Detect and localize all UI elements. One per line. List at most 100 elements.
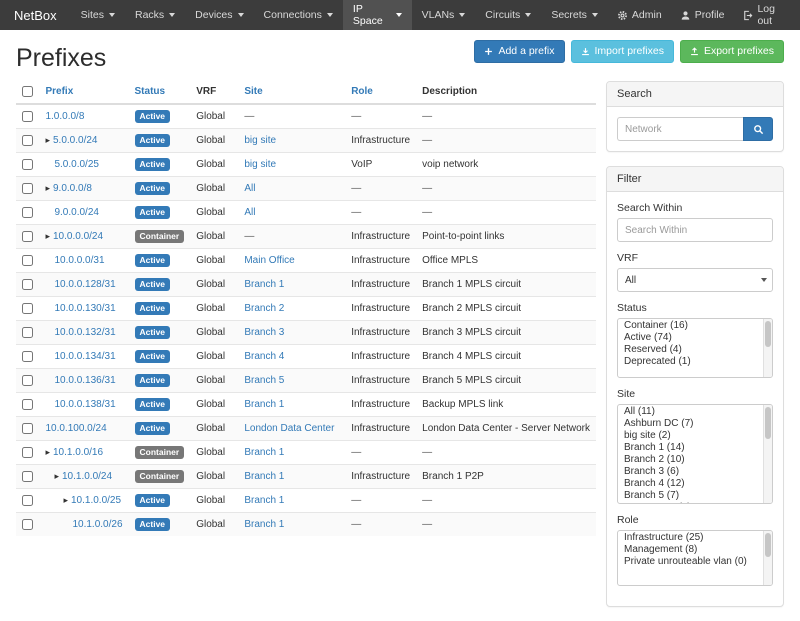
status-option[interactable]: Active (74): [618, 332, 772, 344]
site-option[interactable]: Ashburn DC (7): [618, 418, 772, 430]
select-all-checkbox[interactable]: [22, 86, 33, 97]
nav-item-logout[interactable]: Log out: [733, 0, 800, 30]
row-checkbox[interactable]: [22, 279, 33, 290]
row-checkbox[interactable]: [22, 447, 33, 458]
prefix-link[interactable]: 10.0.0.130/31: [54, 303, 115, 314]
nav-item-sites[interactable]: Sites: [71, 0, 125, 30]
prefix-link[interactable]: 5.0.0.0/24: [53, 135, 97, 146]
role-listbox[interactable]: Infrastructure (25)Management (8)Private…: [617, 530, 773, 586]
site-option[interactable]: Branch 2 (10): [618, 454, 772, 466]
site-link[interactable]: Main Office: [244, 255, 294, 266]
scrollbar-thumb[interactable]: [765, 407, 771, 439]
sort-link-prefix[interactable]: Prefix: [45, 86, 73, 97]
row-checkbox[interactable]: [22, 519, 33, 530]
site-link[interactable]: Branch 1: [244, 519, 284, 530]
prefix-link[interactable]: 10.1.0.0/16: [53, 447, 103, 458]
export-prefixes-button[interactable]: Export prefixes: [680, 40, 784, 63]
prefix-link[interactable]: 10.1.0.0/24: [62, 471, 112, 482]
site-link[interactable]: Branch 1: [244, 447, 284, 458]
scrollbar-thumb[interactable]: [765, 321, 771, 347]
prefix-link[interactable]: 10.0.100.0/24: [45, 423, 106, 434]
sort-link-site[interactable]: Site: [244, 86, 262, 97]
site-option[interactable]: Branch 3 (6): [618, 466, 772, 478]
site-link[interactable]: Branch 1: [244, 495, 284, 506]
site-link[interactable]: big site: [244, 135, 276, 146]
prefix-link[interactable]: 10.0.0.136/31: [54, 375, 115, 386]
prefix-link[interactable]: 10.0.0.0/24: [53, 231, 103, 242]
scrollbar[interactable]: [763, 319, 772, 377]
site-option[interactable]: COLO-1-21 (8): [618, 502, 772, 504]
prefix-link[interactable]: 10.0.0.134/31: [54, 351, 115, 362]
site-link[interactable]: Branch 3: [244, 327, 284, 338]
sort-link-role[interactable]: Role: [351, 86, 373, 97]
nav-item-devices[interactable]: Devices: [185, 0, 253, 30]
row-checkbox[interactable]: [22, 303, 33, 314]
scrollbar-thumb[interactable]: [765, 533, 771, 557]
row-checkbox[interactable]: [22, 183, 33, 194]
prefix-link[interactable]: 10.0.0.132/31: [54, 327, 115, 338]
nav-item-racks[interactable]: Racks: [125, 0, 185, 30]
prefix-link[interactable]: 9.0.0.0/8: [53, 183, 92, 194]
prefix-link[interactable]: 10.0.0.128/31: [54, 279, 115, 290]
nav-item-ip-space[interactable]: IP Space: [343, 0, 412, 30]
prefix-link[interactable]: 5.0.0.0/25: [54, 159, 98, 170]
status-listbox[interactable]: Container (16)Active (74)Reserved (4)Dep…: [617, 318, 773, 378]
site-link[interactable]: Branch 5: [244, 375, 284, 386]
vrf-select[interactable]: All: [617, 268, 773, 292]
row-checkbox[interactable]: [22, 135, 33, 146]
prefix-link[interactable]: 10.1.0.0/25: [71, 495, 121, 506]
row-checkbox[interactable]: [22, 207, 33, 218]
row-checkbox[interactable]: [22, 351, 33, 362]
row-checkbox[interactable]: [22, 495, 33, 506]
site-link[interactable]: Branch 1: [244, 399, 284, 410]
nav-item-secrets[interactable]: Secrets: [541, 0, 608, 30]
site-link[interactable]: All: [244, 207, 255, 218]
site-listbox[interactable]: All (11)Ashburn DC (7)big site (2)Branch…: [617, 404, 773, 504]
search-input[interactable]: [617, 117, 743, 141]
prefix-link[interactable]: 10.1.0.0/26: [72, 519, 122, 530]
status-option[interactable]: Deprecated (1): [618, 356, 772, 368]
row-checkbox[interactable]: [22, 327, 33, 338]
scrollbar[interactable]: [763, 531, 772, 585]
site-link[interactable]: Branch 4: [244, 351, 284, 362]
site-link[interactable]: London Data Center: [244, 423, 334, 434]
nav-item-circuits[interactable]: Circuits: [475, 0, 541, 30]
row-checkbox[interactable]: [22, 111, 33, 122]
site-option[interactable]: Branch 1 (14): [618, 442, 772, 454]
site-link[interactable]: Branch 1: [244, 279, 284, 290]
row-checkbox[interactable]: [22, 471, 33, 482]
status-option[interactable]: Container (16): [618, 320, 772, 332]
search-within-input[interactable]: [617, 218, 773, 242]
import-prefixes-button[interactable]: Import prefixes: [571, 40, 674, 63]
row-checkbox[interactable]: [22, 375, 33, 386]
row-checkbox[interactable]: [22, 423, 33, 434]
prefix-link[interactable]: 9.0.0.0/24: [54, 207, 98, 218]
role-option[interactable]: Infrastructure (25): [618, 532, 772, 544]
nav-item-profile[interactable]: Profile: [671, 0, 734, 30]
nav-item-admin[interactable]: Admin: [608, 0, 671, 30]
nav-item-connections[interactable]: Connections: [254, 0, 343, 30]
search-button[interactable]: [743, 117, 773, 141]
prefix-link[interactable]: 10.0.0.0/31: [54, 255, 104, 266]
site-option[interactable]: Branch 4 (12): [618, 478, 772, 490]
prefix-link[interactable]: 10.0.0.138/31: [54, 399, 115, 410]
row-checkbox[interactable]: [22, 231, 33, 242]
scrollbar[interactable]: [763, 405, 772, 503]
site-option[interactable]: Branch 5 (7): [618, 490, 772, 502]
site-link[interactable]: Branch 2: [244, 303, 284, 314]
netbox-brand[interactable]: NetBox: [0, 0, 71, 30]
role-option[interactable]: Management (8): [618, 544, 772, 556]
site-link[interactable]: big site: [244, 159, 276, 170]
row-checkbox[interactable]: [22, 159, 33, 170]
site-link[interactable]: All: [244, 183, 255, 194]
site-option[interactable]: big site (2): [618, 430, 772, 442]
site-link[interactable]: Branch 1: [244, 471, 284, 482]
sort-link-status[interactable]: Status: [135, 86, 166, 97]
row-checkbox[interactable]: [22, 399, 33, 410]
nav-item-vlans[interactable]: VLANs: [412, 0, 476, 30]
prefix-link[interactable]: 1.0.0.0/8: [45, 111, 84, 122]
status-option[interactable]: Reserved (4): [618, 344, 772, 356]
row-checkbox[interactable]: [22, 255, 33, 266]
site-option[interactable]: All (11): [618, 406, 772, 418]
add-prefix-button[interactable]: Add a prefix: [474, 40, 564, 63]
